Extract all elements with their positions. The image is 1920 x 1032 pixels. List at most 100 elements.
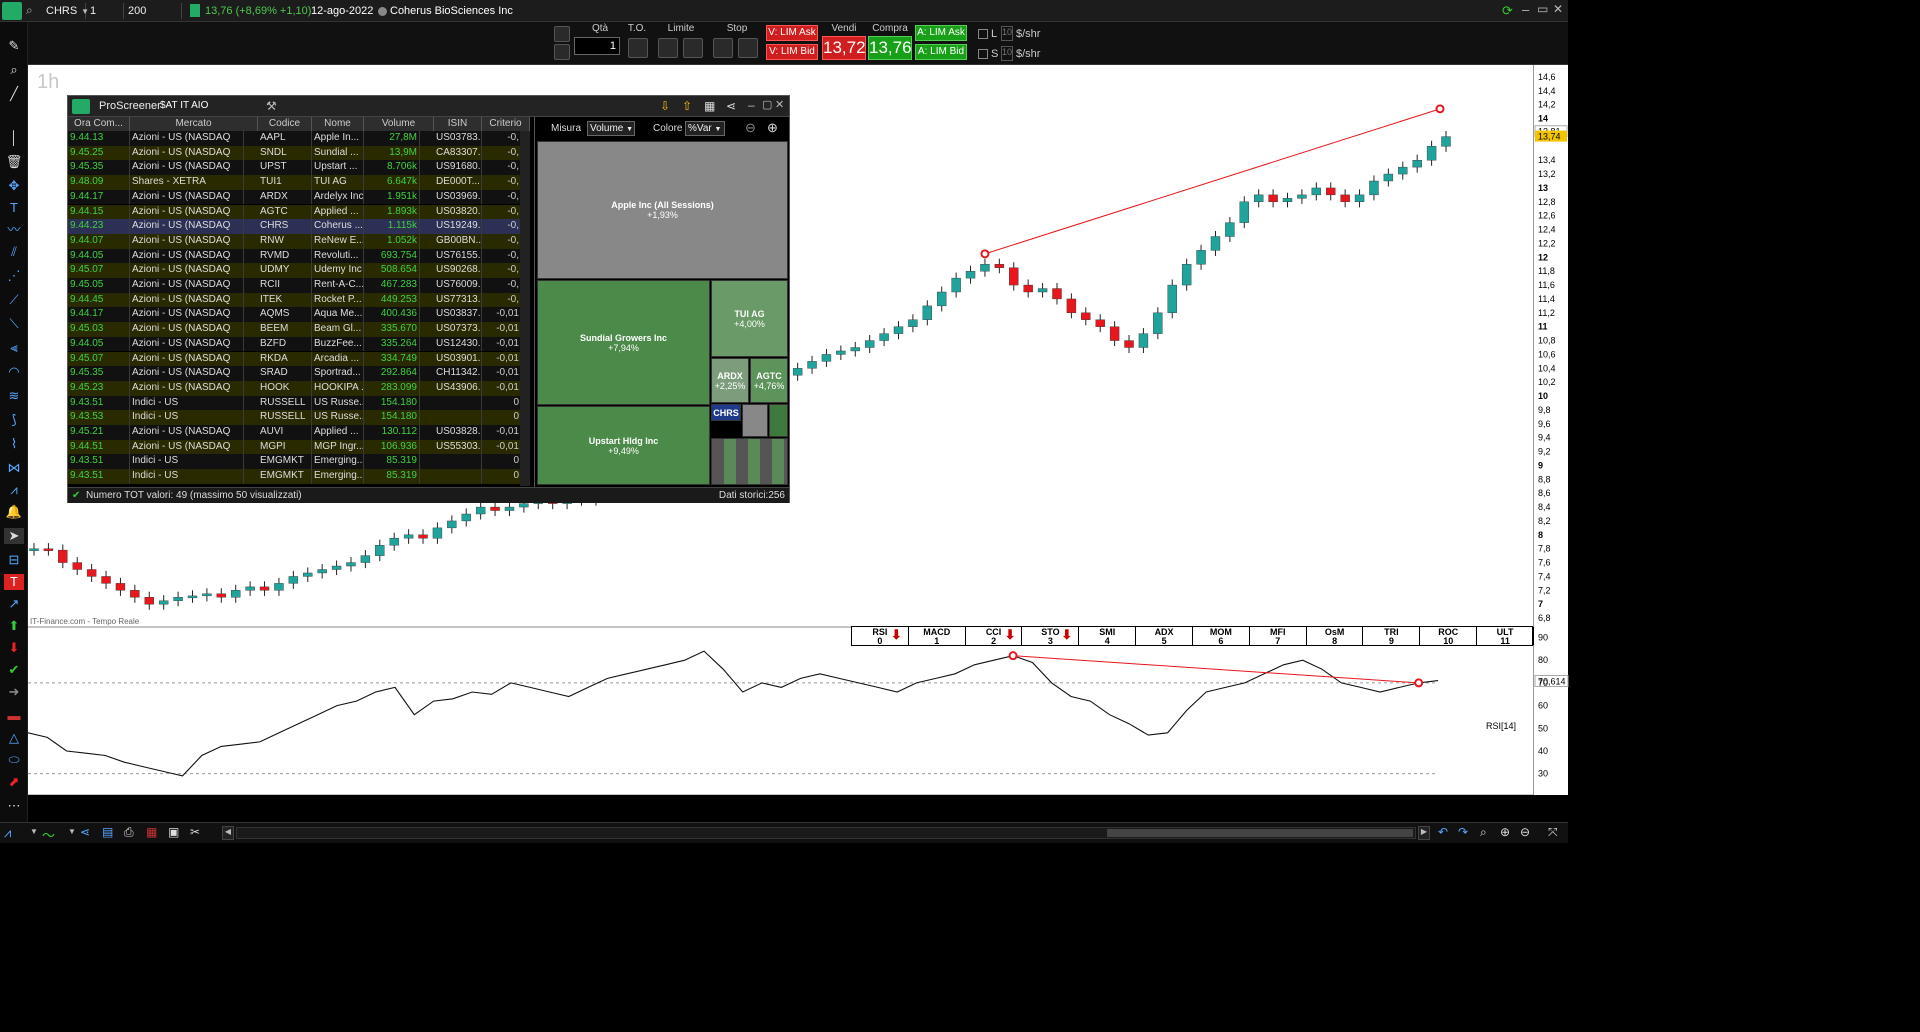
share-icon[interactable]: ⋖ [80, 825, 90, 839]
indicator-tab-smi[interactable]: SMI 4 [1079, 627, 1137, 646]
color-select[interactable]: %Var ▼ [685, 121, 725, 136]
table-row[interactable]: 9.45.23 Azioni - US (NASDAQ HOOK HOOKIPA ..… [68, 380, 530, 396]
table-row[interactable]: 9.44.13 Azioni - US (NASDAQ AAPL Apple In..… [68, 131, 530, 146]
pattern-tool-icon[interactable]: ⋈ [4, 460, 24, 476]
print-icon[interactable]: ⎙ [124, 825, 134, 840]
s-input[interactable]: 10 [1001, 46, 1013, 61]
grid-icon[interactable]: ▦ [146, 825, 157, 839]
arrow-diag-icon[interactable]: ↗ [4, 596, 24, 612]
move-icon[interactable]: ✥ [4, 178, 24, 194]
indicator-tab-roc[interactable]: ROC 10 [1420, 627, 1478, 646]
sell-price-button[interactable]: 13,72 [822, 36, 866, 60]
table-row[interactable]: 9.44.17 Azioni - US (NASDAQ AQMS Aqua Me...… [68, 307, 530, 323]
regression-icon[interactable]: ⟆ [4, 412, 24, 428]
trend-tool-icon[interactable]: 〰 [4, 222, 24, 238]
table-row[interactable]: 9.45.07 Azioni - US (NASDAQ RKDA Arcadia ..… [68, 351, 530, 367]
table-row[interactable]: 9.44.05 Azioni - US (NASDAQ BZFD BuzzFee...… [68, 336, 530, 352]
line-tool-icon[interactable]: ╱ [4, 86, 24, 102]
order-tool-icon[interactable] [554, 26, 570, 42]
fib-tool-icon[interactable]: ⋰ [4, 268, 24, 284]
scrollbar[interactable] [520, 131, 530, 486]
qty-input[interactable]: 1 [574, 37, 620, 55]
chevron-down-icon[interactable]: ▼ [30, 827, 38, 836]
indicator-tab-cci[interactable]: CCI 2 ⬇ [966, 627, 1023, 646]
maximize-icon[interactable]: ▢ [762, 98, 772, 111]
wave-tool-icon[interactable]: ⌇ [4, 436, 24, 452]
channel-tool-icon[interactable]: ⫽ [4, 244, 24, 260]
ruler-icon[interactable]: ⊟ [4, 552, 24, 568]
indicator-tab-osm[interactable]: OsM 8 [1307, 627, 1364, 646]
keypad-icon[interactable] [554, 44, 570, 60]
upload-icon[interactable]: ⇧ [682, 99, 692, 113]
stop-button-2[interactable] [738, 38, 758, 58]
table-row[interactable]: 9.45.25 Azioni - US (NASDAQ SNDL Sundial ..… [68, 145, 530, 161]
l-checkbox[interactable] [978, 29, 988, 39]
table-row[interactable]: 9.45.21 Azioni - US (NASDAQ AUVI Applied ..… [68, 425, 530, 440]
indicator-icon[interactable]: 〜 [42, 825, 55, 844]
l-input[interactable]: 10 [1001, 26, 1013, 41]
zoom-in-icon[interactable]: ⊕ [767, 120, 778, 136]
text-box-icon[interactable]: T [4, 574, 24, 590]
zoom-out-icon[interactable]: ⊖ [1520, 825, 1530, 839]
flag-icon[interactable]: ⬈ [4, 774, 24, 790]
table-row[interactable]: 9.45.03 Azioni - US (NASDAQ BEEM Beam Gl...… [68, 322, 530, 337]
treemap-cell-small-3[interactable] [711, 438, 788, 485]
units-selector[interactable]: 200 unità▼ [124, 3, 182, 33]
trash-icon[interactable]: 🗑 [4, 154, 24, 170]
symbol-selector[interactable]: CHRS ▼ [42, 3, 89, 19]
sell-limit-bid-button[interactable]: V: LIM Bid [766, 44, 818, 60]
zoom-icon[interactable]: ⌕ [4, 62, 24, 78]
treemap-cell-agtc[interactable]: AGTC +4,76% [750, 358, 788, 403]
s-checkbox[interactable] [978, 49, 988, 59]
price-axis[interactable]: 14,614,414,21413,8113,7413,413,21312,812… [1533, 65, 1569, 795]
indicator-tab-mfi[interactable]: MFI 7 [1250, 627, 1307, 646]
pointer-icon[interactable]: ➤ [4, 528, 24, 544]
column-header[interactable]: Mercato [130, 117, 258, 131]
arrow-up-icon[interactable]: ⬆ [4, 618, 24, 634]
more-icon[interactable]: ⋯ [4, 798, 24, 814]
check-icon[interactable]: ✔ [4, 662, 24, 678]
list-selector[interactable]: $AT IT AIO DIV.S.V11▼ [158, 98, 258, 127]
chevron-down-icon[interactable]: ▼ [68, 827, 76, 836]
table-row[interactable]: 9.44.17 Azioni - US (NASDAQ ARDX Ardelyx In… [68, 189, 530, 205]
stop-button-1[interactable] [713, 38, 733, 58]
indicator-tab-macd[interactable]: MACD 1 [909, 627, 966, 646]
zoom-area-icon[interactable]: ⌕ [1480, 825, 1487, 840]
table-row[interactable]: 9.48.09 Shares - XETRA TUI1 TUI AG 6.647k DE0… [68, 175, 530, 190]
sell-limit-ask-button[interactable]: V: LIM Ask [766, 25, 818, 41]
treemap-cell-small-1[interactable] [742, 404, 768, 437]
arrow-right-icon[interactable]: ➜ [4, 684, 24, 700]
alarm-icon[interactable]: 🔔 [4, 504, 24, 520]
table-row[interactable]: 9.45.07 Azioni - US (NASDAQ UDMY Udemy Inc 5… [68, 263, 530, 278]
triangle-tool-icon[interactable]: △ [4, 730, 24, 746]
indicator-tab-mom[interactable]: MOM 6 [1193, 627, 1250, 646]
vertical-line-icon[interactable]: │ [4, 130, 24, 146]
table-row[interactable]: 9.45.35 Azioni - US (NASDAQ SRAD Sportrad..… [68, 366, 530, 381]
zoom-out-icon[interactable]: ⊖ [745, 120, 756, 136]
table-row[interactable]: 9.44.07 Azioni - US (NASDAQ RNW ReNew E... 1… [68, 233, 530, 249]
table-row[interactable]: 9.44.23 Azioni - US (NASDAQ CHRS Coherus ..… [68, 219, 530, 234]
indicator-tab-tri[interactable]: TRI 9 [1364, 627, 1421, 646]
fan-tool-icon[interactable]: ⟋ [4, 292, 24, 308]
table-row[interactable]: 9.43.53 Indici - US RUSSELL US Russe... 154.… [68, 410, 530, 425]
ellipse-tool-icon[interactable]: ⬭ [4, 752, 24, 768]
buy-limit-bid-button[interactable]: A: LIM Bid [915, 44, 967, 60]
share-icon[interactable]: ⋖ [726, 99, 736, 113]
column-header[interactable]: Criterio [482, 117, 530, 131]
cursor-icon[interactable]: ✎ [4, 38, 24, 54]
indicator-tab-adx[interactable]: ADX 5 [1136, 627, 1193, 646]
cycle-tool-icon[interactable]: ≋ [4, 388, 24, 404]
tools-icon[interactable]: ✂ [190, 825, 200, 839]
table-row[interactable]: 9.43.51 Indici - US EMGMKT Emerging... 85.31… [68, 469, 530, 484]
treemap-cell-upst[interactable]: Upstart Hldg Inc +9,49% [537, 406, 710, 485]
window-icon[interactable]: ▣ [168, 825, 179, 839]
measure-select[interactable]: Volume ▼ [587, 121, 635, 136]
zigzag-icon[interactable]: ⩘ [4, 482, 24, 498]
scroll-right-icon[interactable]: ▶ [1418, 826, 1430, 840]
table-row[interactable]: 9.44.45 Azioni - US (NASDAQ ITEK Rocket P..… [68, 292, 530, 308]
fit-icon[interactable]: ⤧ [1548, 825, 1558, 840]
scroll-left-icon[interactable]: ◀ [222, 826, 234, 840]
buy-limit-ask-button[interactable]: A: LIM Ask [915, 25, 967, 41]
column-header[interactable]: Volume [364, 117, 434, 131]
table-row[interactable]: 9.43.51 Indici - US RUSSELL US Russe... 154.… [68, 395, 530, 411]
